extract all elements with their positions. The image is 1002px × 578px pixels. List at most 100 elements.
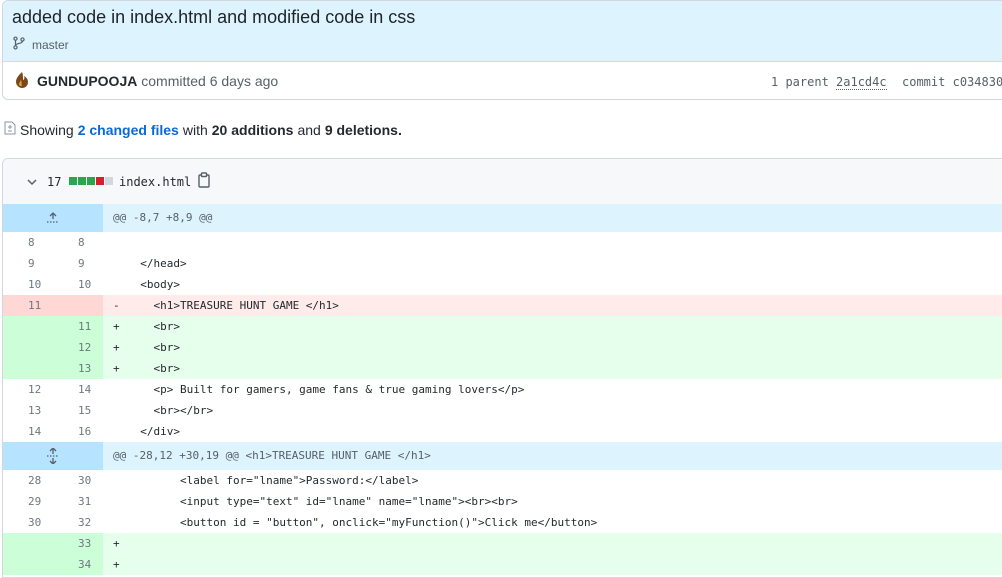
new-line-number[interactable]: 34 bbox=[53, 554, 103, 575]
diff-sign bbox=[103, 491, 127, 512]
commit-meta: GUNDUPOOJA committed 6 days ago 1 parent… bbox=[3, 61, 1002, 99]
old-line-number[interactable]: 8 bbox=[3, 232, 53, 253]
added-line: 13 + <br> bbox=[3, 358, 1002, 379]
diff-sign: + bbox=[113, 558, 120, 571]
additions-count: 20 additions bbox=[211, 121, 294, 138]
old-line-number[interactable]: 14 bbox=[3, 421, 53, 442]
new-line-number[interactable]: 15 bbox=[53, 400, 103, 421]
old-line-number[interactable]: 29 bbox=[3, 491, 53, 512]
author-line: GUNDUPOOJA committed 6 days ago bbox=[37, 73, 278, 89]
deleted-line: 11 - <h1>TREASURE HUNT GAME </h1> bbox=[3, 295, 1002, 316]
branch-name[interactable]: master bbox=[32, 38, 69, 52]
new-line-number[interactable]: 33 bbox=[53, 533, 103, 554]
code-text: <br> bbox=[127, 341, 180, 354]
new-line-number[interactable]: 32 bbox=[53, 512, 103, 533]
diff-sign bbox=[103, 470, 127, 491]
old-line-number[interactable]: 28 bbox=[3, 470, 53, 491]
avatar[interactable] bbox=[12, 70, 32, 90]
commit-title: added code in index.html and modified co… bbox=[12, 7, 416, 27]
and-text: and bbox=[297, 121, 321, 138]
old-line-number[interactable]: 11 bbox=[3, 295, 53, 316]
hunk-text: @@ -28,12 +30,19 @@ <h1>TREASURE HUNT GA… bbox=[113, 449, 431, 462]
code-text: <label for="lname">Password:</label> bbox=[127, 474, 419, 487]
new-line-number[interactable]: 30 bbox=[53, 470, 103, 491]
new-line-number[interactable]: 14 bbox=[53, 379, 103, 400]
new-line-number[interactable]: 12 bbox=[53, 337, 103, 358]
new-line-number[interactable]: 31 bbox=[53, 491, 103, 512]
old-line-number[interactable] bbox=[3, 533, 53, 554]
deletions-count: 9 deletions. bbox=[324, 121, 402, 138]
added-line: 11 + <br> bbox=[3, 316, 1002, 337]
author-name[interactable]: GUNDUPOOJA bbox=[37, 73, 137, 89]
context-line: 88 bbox=[3, 232, 1002, 253]
diffstat-block bbox=[78, 177, 86, 185]
old-line-number[interactable]: 12 bbox=[3, 379, 53, 400]
new-line-number[interactable]: 11 bbox=[53, 316, 103, 337]
parent-sha-link[interactable]: 2a1cd4c bbox=[836, 75, 887, 90]
code-text: <button id = "button", onclick="myFuncti… bbox=[127, 516, 598, 529]
code-text: <body> bbox=[127, 278, 180, 291]
branch-label[interactable]: master bbox=[12, 36, 69, 53]
code-text: <br></br> bbox=[127, 404, 214, 417]
diff-sign: + bbox=[113, 320, 120, 333]
diff-sign: + bbox=[113, 537, 120, 550]
code-text: <p> Built for gamers, game fans & true g… bbox=[127, 383, 525, 396]
diffstat-block bbox=[87, 177, 95, 185]
code-text: </div> bbox=[127, 425, 180, 438]
file-diff-icon bbox=[4, 121, 16, 138]
added-line: 12 + <br> bbox=[3, 337, 1002, 358]
diffstat-bar bbox=[69, 177, 113, 185]
commit-sha: c034830de bbox=[952, 75, 1002, 89]
diff-sign bbox=[103, 274, 127, 295]
file-name[interactable]: index.html bbox=[119, 175, 191, 189]
file-diff: 17 index.html @@ -8,7 +8,9 @@ 88 99 </he… bbox=[2, 158, 1002, 578]
new-line-number[interactable] bbox=[53, 295, 103, 316]
branch-icon bbox=[12, 36, 26, 53]
expand-up-button[interactable] bbox=[3, 204, 103, 232]
hunk-header: @@ -8,7 +8,9 @@ bbox=[3, 204, 1002, 232]
commit-label: commit bbox=[902, 75, 946, 89]
diff-sign bbox=[103, 400, 127, 421]
expand-both-button[interactable] bbox=[3, 442, 103, 470]
new-line-number[interactable]: 10 bbox=[53, 274, 103, 295]
changed-files-link[interactable]: 2 changed files bbox=[78, 122, 179, 138]
with-text: with bbox=[182, 121, 208, 138]
context-line: 13 15 <br></br> bbox=[3, 400, 1002, 421]
file-header: 17 index.html bbox=[3, 159, 1002, 205]
new-line-number[interactable]: 16 bbox=[53, 421, 103, 442]
context-line: 28 30 <label for="lname">Password:</label… bbox=[3, 470, 1002, 491]
code-text: </head> bbox=[127, 257, 187, 270]
old-line-number[interactable]: 9 bbox=[3, 253, 53, 274]
context-line: 14 16 </div> bbox=[3, 421, 1002, 442]
chevron-down-icon[interactable] bbox=[26, 176, 38, 188]
diff-sign bbox=[103, 379, 127, 400]
added-line: 34 + bbox=[3, 554, 1002, 575]
context-line: 99 </head> bbox=[3, 253, 1002, 274]
old-line-number[interactable] bbox=[3, 554, 53, 575]
old-line-number[interactable]: 13 bbox=[3, 400, 53, 421]
copy-path-icon[interactable] bbox=[197, 172, 211, 188]
change-count: 17 bbox=[47, 175, 62, 189]
context-line: 12 14 <p> Built for gamers, game fans & t… bbox=[3, 379, 1002, 400]
diff-sign bbox=[103, 253, 127, 274]
old-line-number[interactable]: 10 bbox=[3, 274, 53, 295]
old-line-number[interactable]: 30 bbox=[3, 512, 53, 533]
context-line: 29 31 <input type="text" id="lname" name=… bbox=[3, 491, 1002, 512]
new-line-number[interactable]: 13 bbox=[53, 358, 103, 379]
old-line-number[interactable] bbox=[3, 337, 53, 358]
commit-title-area: added code in index.html and modified co… bbox=[3, 1, 1002, 62]
diff-sign bbox=[103, 512, 127, 533]
old-line-number[interactable] bbox=[3, 358, 53, 379]
code-text: <input type="text" id="lname" name="lnam… bbox=[127, 495, 518, 508]
new-line-number[interactable]: 8 bbox=[53, 232, 103, 253]
commit-header: added code in index.html and modified co… bbox=[2, 0, 1002, 100]
new-line-number[interactable]: 9 bbox=[53, 253, 103, 274]
context-line: 30 32 <button id = "button", onclick="myF… bbox=[3, 512, 1002, 533]
hunk-header: @@ -28,12 +30,19 @@ <h1>TREASURE HUNT GA… bbox=[3, 442, 1002, 470]
old-line-number[interactable] bbox=[3, 316, 53, 337]
diffstat-block bbox=[96, 177, 104, 185]
diffstat-block bbox=[69, 177, 77, 185]
diff-table: @@ -8,7 +8,9 @@ 88 99 </head> 10 10 <body>… bbox=[3, 204, 1002, 575]
